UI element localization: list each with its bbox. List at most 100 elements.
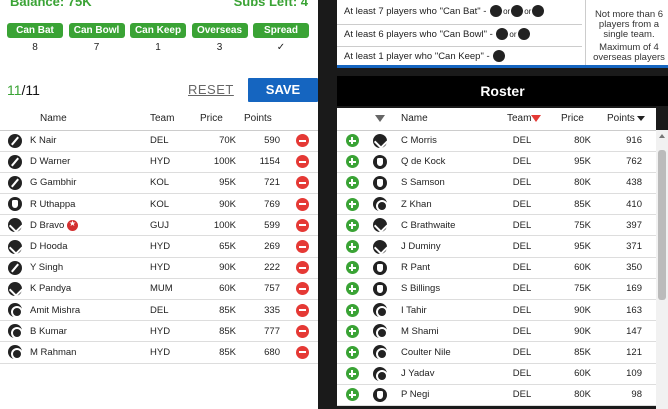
add-cell: [337, 130, 367, 152]
player-name: J Duminy: [393, 235, 493, 258]
remove-player-icon[interactable]: [295, 261, 309, 275]
subs-left-text: Subs Left: 4: [233, 0, 308, 9]
roster-header-row: Name Team Price Points: [337, 108, 656, 131]
allrounder-icon: [517, 28, 530, 41]
add-player-icon[interactable]: [345, 261, 359, 275]
table-row: S Billings DEL 75K 169: [337, 278, 656, 301]
remove-player-icon[interactable]: [295, 218, 309, 232]
add-player-icon[interactable]: [345, 324, 359, 338]
price-column-header[interactable]: Price: [551, 108, 601, 131]
add-player-icon[interactable]: [345, 240, 359, 254]
role-cell: [367, 193, 393, 216]
points-column-header[interactable]: Points: [601, 108, 656, 131]
player-team: GUJ: [150, 214, 200, 237]
add-player-icon[interactable]: [345, 388, 359, 402]
keeper-icon: [532, 5, 545, 18]
add-player-icon[interactable]: [345, 282, 359, 296]
role-cell: [0, 214, 30, 237]
add-cell: [337, 341, 367, 364]
role-cell: [0, 235, 30, 258]
table-row: Y Singh HYD 90K 222: [0, 257, 318, 279]
add-player-icon[interactable]: [345, 345, 359, 359]
role-cell: [0, 278, 30, 301]
player-team: DEL: [493, 193, 551, 216]
table-row: P Negi DEL 80K 98: [337, 384, 656, 406]
filter-icon[interactable]: [375, 115, 385, 123]
player-team: DEL: [493, 278, 551, 301]
points-header-label: Points: [607, 113, 635, 125]
filter-can-keep: Can Keep 1: [130, 23, 186, 53]
filter-overseas: Overseas 3: [191, 23, 248, 53]
add-cell: [337, 299, 367, 322]
name-column-header[interactable]: Name: [393, 108, 493, 131]
role-cell: [0, 151, 30, 173]
spread-check: ✓: [276, 42, 286, 53]
team-column-header[interactable]: Team: [493, 108, 551, 131]
can-bowl-button[interactable]: Can Bowl: [68, 23, 125, 38]
remove-player-icon[interactable]: [295, 282, 309, 296]
player-price: 100K: [200, 151, 244, 173]
player-name: Coulter Nile: [393, 341, 493, 364]
can-bat-button[interactable]: Can Bat: [7, 23, 63, 38]
add-cell: [337, 320, 367, 343]
player-price: 90K: [200, 193, 244, 216]
roster-scrollbar[interactable]: [656, 130, 668, 409]
player-points: 1154: [244, 151, 286, 173]
remove-player-icon[interactable]: [295, 240, 309, 254]
add-cell: [337, 278, 367, 301]
add-player-icon[interactable]: [345, 367, 359, 381]
remove-player-icon[interactable]: [295, 197, 309, 211]
remove-player-icon[interactable]: [295, 155, 309, 169]
add-player-icon[interactable]: [345, 303, 359, 317]
filter-buttons: Can Bat 8 Can Bowl 7 Can Keep 1 Overseas…: [7, 23, 309, 53]
remove-player-icon[interactable]: [295, 303, 309, 317]
player-name: D Bravo: [30, 214, 150, 237]
remove-player-icon[interactable]: [295, 176, 309, 190]
table-row: D Hooda HYD 65K 269: [0, 235, 318, 258]
player-name-text: M Rahman: [30, 346, 77, 358]
overseas-button[interactable]: Overseas: [191, 23, 248, 38]
table-row: Coulter Nile DEL 85K 121: [337, 341, 656, 364]
role-filter-header[interactable]: [367, 108, 393, 131]
can-keep-button[interactable]: Can Keep: [130, 23, 186, 38]
player-points: 410: [601, 193, 656, 216]
table-row: C Brathwaite DEL 75K 397: [337, 214, 656, 237]
player-name: Q de Kock: [393, 151, 493, 173]
allrounder-icon: [8, 218, 22, 233]
player-price: 75K: [551, 214, 601, 237]
scroll-thumb[interactable]: [658, 150, 666, 300]
price-column-header: Price: [200, 108, 244, 131]
name-column-header: Name: [30, 108, 150, 131]
save-button[interactable]: SAVE: [248, 78, 318, 102]
player-team: DEL: [493, 257, 551, 279]
add-player-icon[interactable]: [345, 218, 359, 232]
role-cell: [367, 299, 393, 322]
player-points: 680: [244, 341, 286, 364]
player-price: 95K: [551, 151, 601, 173]
role-cell: [0, 172, 30, 195]
balance-text: Balance: 75K: [10, 0, 92, 9]
team-filter-icon[interactable]: [531, 115, 542, 123]
can-bat-count: 8: [32, 42, 38, 53]
spread-button[interactable]: Spread: [253, 23, 309, 38]
remove-player-icon[interactable]: [295, 324, 309, 338]
reset-button[interactable]: RESET: [188, 82, 234, 97]
player-name: Amit Mishra: [30, 299, 150, 322]
player-name-text: K Nair: [30, 135, 57, 147]
add-player-icon[interactable]: [345, 176, 359, 190]
keeper-icon: [373, 387, 387, 402]
rule-bat-text: At least 7 players who "Can Bat" -: [344, 6, 487, 17]
role-cell: [0, 320, 30, 343]
player-name-text: D Warner: [30, 156, 71, 168]
player-points: 147: [601, 320, 656, 343]
role-cell: [367, 384, 393, 406]
remove-player-icon[interactable]: [295, 134, 309, 148]
add-player-icon[interactable]: [345, 134, 359, 148]
my-team-header-row: Name Team Price Points: [0, 108, 318, 131]
add-player-icon[interactable]: [345, 197, 359, 211]
add-player-icon[interactable]: [345, 155, 359, 169]
filter-can-bowl: Can Bowl 7: [68, 23, 125, 53]
rule-overseas-limit: Maximum of 4 overseas players: [593, 42, 665, 63]
remove-player-icon[interactable]: [295, 345, 309, 359]
scroll-up-icon[interactable]: [659, 134, 665, 138]
